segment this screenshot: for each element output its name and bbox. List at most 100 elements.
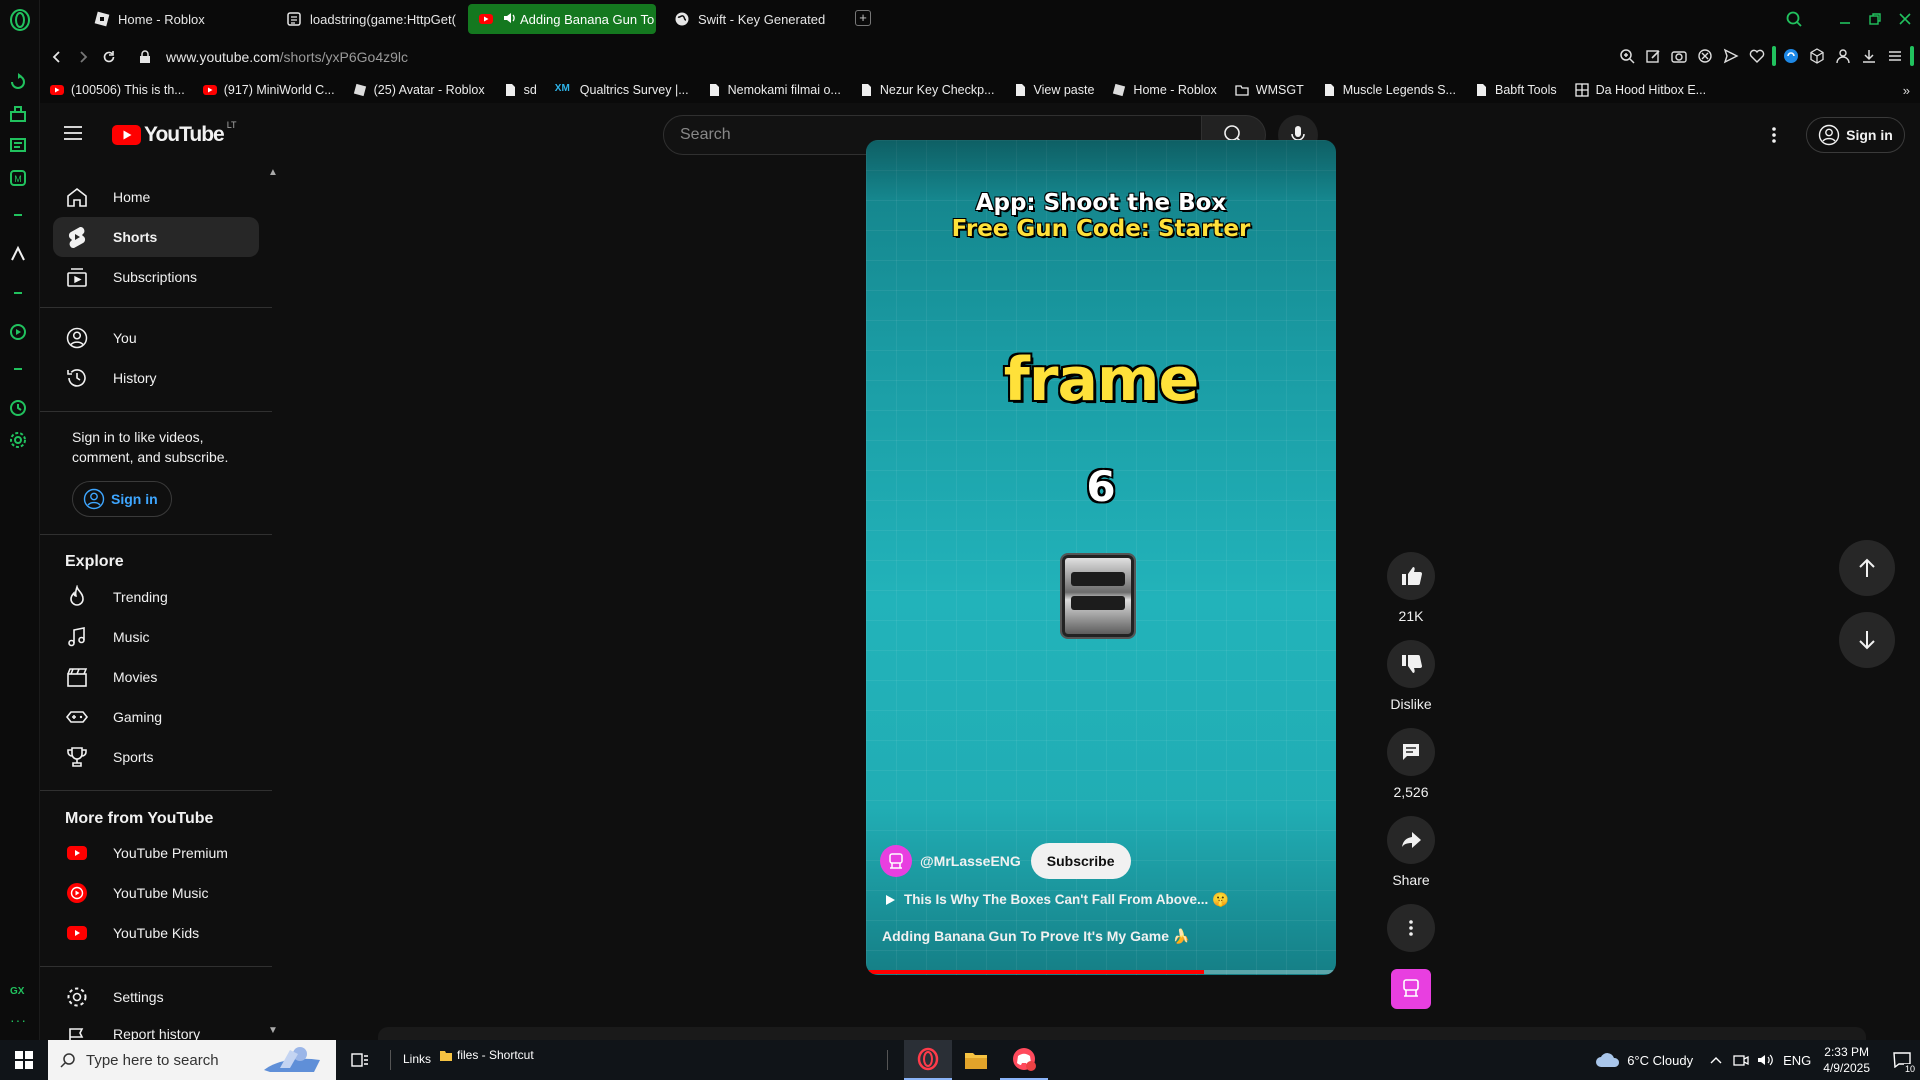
clock[interactable]: 2:33 PM 4/9/2025 (1823, 1044, 1870, 1076)
scroll-up-icon[interactable]: ▲ (268, 167, 278, 178)
send-icon[interactable] (1720, 45, 1742, 67)
bookmark[interactable]: Home - Roblox (1112, 83, 1217, 97)
profile-icon[interactable] (1832, 45, 1854, 67)
ai-icon[interactable] (8, 244, 32, 268)
dislike-button[interactable] (1387, 640, 1435, 688)
scroll-down-icon[interactable]: ▼ (268, 1025, 278, 1036)
links-toolbar[interactable]: Links (403, 1052, 431, 1066)
bookmark[interactable]: XM Qualtrics Survey |... (555, 83, 689, 97)
sidebar-item-settings[interactable]: Settings (53, 977, 259, 1017)
speaker-icon[interactable] (502, 11, 516, 27)
taskbar-search-input[interactable]: Type here to search (48, 1040, 336, 1080)
vpn-icon[interactable] (1780, 45, 1802, 67)
shorts-player[interactable]: App: Shoot the Box Free Gun Code: Starte… (866, 140, 1336, 975)
sidebar-item-home[interactable]: Home (53, 177, 259, 217)
task-view-icon[interactable] (336, 1040, 384, 1080)
share-button[interactable] (1387, 816, 1435, 864)
adblock-icon[interactable] (1694, 45, 1716, 67)
tab-swift[interactable]: Swift - Key Generated (664, 4, 854, 34)
easy-setup-icon[interactable] (1884, 45, 1906, 67)
twitch-icon[interactable] (8, 136, 32, 160)
bookmark[interactable]: View paste (1013, 83, 1094, 97)
bookmark[interactable]: (25) Avatar - Roblox (353, 83, 485, 97)
history-icon[interactable] (8, 398, 32, 422)
edit-icon[interactable] (1642, 45, 1664, 67)
bookmark[interactable]: (917) MiniWorld C... (202, 83, 335, 97)
tab-search-icon[interactable] (1785, 10, 1803, 28)
new-tab-button[interactable]: + (855, 10, 871, 26)
gx-cleaner-icon[interactable] (8, 104, 32, 128)
gx-control-icon[interactable] (8, 72, 32, 96)
sidebar-item-you[interactable]: You (53, 318, 259, 358)
next-short-button[interactable] (1839, 612, 1895, 668)
bookmarks-overflow-icon[interactable]: » (1903, 83, 1910, 98)
sidebar-item-gaming[interactable]: Gaming (53, 697, 259, 737)
sidebar-item-youtube-kids[interactable]: YouTube Kids (53, 913, 259, 953)
sidebar-item-history[interactable]: History (53, 358, 259, 398)
close-icon[interactable] (1890, 0, 1920, 37)
reload-icon[interactable] (96, 44, 122, 70)
opera-logo-icon[interactable] (8, 8, 32, 32)
bookmark[interactable]: Muscle Legends S... (1322, 83, 1456, 97)
sidebar-item-music[interactable]: Music (53, 617, 259, 657)
cube-icon[interactable] (1806, 45, 1828, 67)
restore-icon[interactable] (1860, 0, 1890, 37)
volume-icon[interactable] (1757, 1053, 1775, 1067)
discord-icon[interactable] (1000, 1040, 1048, 1080)
related-video-link[interactable]: This Is Why The Boxes Can't Fall From Ab… (884, 892, 1229, 908)
channel-name[interactable]: @MrLasseENG (920, 853, 1021, 869)
meet-now-icon[interactable] (1733, 1053, 1749, 1067)
channel-avatar[interactable] (880, 845, 912, 877)
comments-button[interactable] (1387, 728, 1435, 776)
bookmark[interactable]: Babft Tools (1474, 83, 1557, 97)
more-options-button[interactable] (1387, 904, 1435, 952)
video-progress-bar[interactable] (866, 970, 1336, 974)
previous-short-button[interactable] (1839, 540, 1895, 596)
bookmark[interactable]: Da Hood Hitbox E... (1574, 83, 1706, 97)
sidebar-item-trending[interactable]: Trending (53, 577, 259, 617)
player-icon[interactable] (8, 322, 32, 346)
bookmark[interactable]: Nemokami filmai o... (707, 83, 841, 97)
youtube-logo[interactable]: YouTube LT (112, 120, 237, 147)
files-shortcut[interactable]: files - Shortcut (439, 1048, 534, 1062)
sound-source-thumbnail[interactable] (1391, 969, 1431, 1009)
bookmark-folder[interactable]: WMSGT (1235, 83, 1304, 97)
bookmark[interactable]: sd (503, 83, 537, 97)
tab-loadstring[interactable]: loadstring(game:HttpGet( (276, 4, 460, 34)
tray-chevron-icon[interactable] (1709, 1055, 1723, 1065)
back-icon[interactable] (44, 44, 70, 70)
weather-widget[interactable]: 6°C Cloudy (1595, 1051, 1693, 1069)
bookmark[interactable]: Nezur Key Checkp... (859, 83, 995, 97)
camera-icon[interactable] (1668, 45, 1690, 67)
settings-gear-icon[interactable] (8, 430, 32, 454)
bookmark[interactable]: (100506) This is th... (50, 83, 185, 97)
url-field[interactable]: www.youtube.com/shorts/yxP6Go4z9lc (166, 49, 408, 65)
heart-icon[interactable] (1746, 45, 1768, 67)
minimize-icon[interactable] (1830, 0, 1860, 37)
zoom-icon[interactable] (1616, 45, 1638, 67)
more-dots-icon[interactable]: ··· (10, 1012, 27, 1028)
lock-icon[interactable] (132, 44, 158, 70)
sidebar-item-sports[interactable]: Sports (53, 737, 259, 777)
menu-icon[interactable] (63, 125, 83, 141)
download-icon[interactable] (1858, 45, 1880, 67)
language-indicator[interactable]: ENG (1783, 1053, 1811, 1068)
tab-adding-banana-gun[interactable]: Adding Banana Gun To (468, 4, 656, 34)
sidebar-sign-in-button[interactable]: Sign in (72, 481, 172, 517)
windows-start-icon[interactable] (0, 1040, 48, 1080)
sidebar-item-youtube-premium[interactable]: YouTube Premium (53, 833, 259, 873)
sidebar-item-subscriptions[interactable]: Subscriptions (53, 257, 259, 297)
video-title[interactable]: Adding Banana Gun To Prove It's My Game … (882, 928, 1190, 945)
sidebar-item-youtube-music[interactable]: YouTube Music (53, 873, 259, 913)
like-button[interactable] (1387, 552, 1435, 600)
sidebar-item-shorts[interactable]: Shorts (53, 217, 259, 257)
tab-home-roblox[interactable]: Home - Roblox (84, 4, 274, 34)
opera-gx-taskbar-icon[interactable] (904, 1040, 952, 1080)
messenger-icon[interactable]: M (8, 168, 32, 192)
sidebar-item-movies[interactable]: Movies (53, 657, 259, 697)
settings-kebab-icon[interactable] (1760, 121, 1788, 149)
notification-center-icon[interactable]: 10 (1884, 1040, 1920, 1080)
file-explorer-icon[interactable] (952, 1040, 1000, 1080)
sidebar-item-report-history[interactable]: Report history (53, 1017, 259, 1040)
forward-icon[interactable] (70, 44, 96, 70)
